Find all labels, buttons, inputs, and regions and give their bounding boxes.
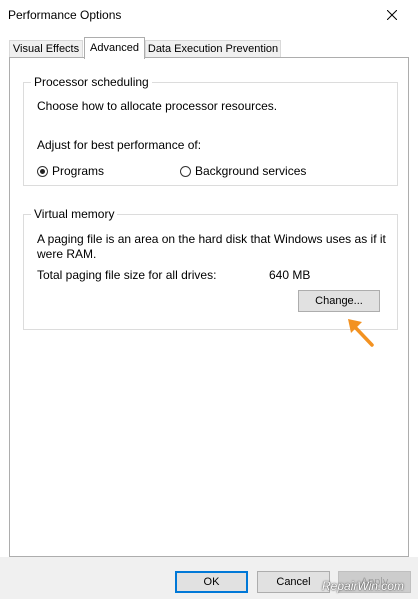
tab-label: Advanced: [90, 42, 139, 54]
virtual-memory-legend: Virtual memory: [31, 207, 118, 221]
annotation-arrow-icon: [348, 319, 374, 347]
window-title: Performance Options: [8, 8, 122, 22]
close-icon: [387, 10, 397, 20]
change-button-label: Change...: [315, 295, 363, 307]
total-paging-value: 640 MB: [269, 268, 311, 282]
tab-label: Data Execution Prevention: [147, 43, 279, 55]
tab-label: Visual Effects: [12, 43, 80, 55]
radio-background-services-label: Background services: [195, 164, 307, 178]
total-paging-label: Total paging file size for all drives:: [37, 268, 217, 282]
tab-panel-advanced: Processor scheduling Choose how to alloc…: [9, 57, 409, 557]
processor-scheduling-group: Processor scheduling Choose how to alloc…: [23, 75, 398, 186]
tab-data-execution-prevention[interactable]: Data Execution Prevention: [145, 40, 281, 58]
ok-button[interactable]: OK: [175, 571, 248, 593]
adjust-label: Adjust for best performance of:: [37, 138, 202, 152]
tab-visual-effects[interactable]: Visual Effects: [9, 40, 83, 58]
radio-programs-label: Programs: [52, 164, 105, 178]
change-button[interactable]: Change...: [298, 290, 380, 312]
radio-programs-indicator[interactable]: [37, 165, 48, 177]
watermark-logo: RepairWin.com: [322, 579, 404, 593]
cancel-button-label: Cancel: [276, 576, 311, 588]
radio-background-services-indicator[interactable]: [180, 165, 191, 177]
virtual-memory-description-line1: A paging file is an area on the hard dis…: [37, 232, 386, 246]
cancel-button[interactable]: Cancel: [257, 571, 330, 593]
radio-background-services[interactable]: Background services: [180, 163, 306, 179]
title-bar: Performance Options: [0, 0, 418, 30]
close-button[interactable]: [374, 2, 410, 28]
ok-button-label: OK: [203, 576, 220, 588]
radio-programs[interactable]: Programs: [37, 163, 104, 179]
processor-description: Choose how to allocate processor resourc…: [37, 99, 278, 113]
virtual-memory-description-line2: were RAM.: [37, 247, 97, 261]
virtual-memory-group: Virtual memory A paging file is an area …: [23, 207, 398, 330]
processor-scheduling-legend: Processor scheduling: [31, 75, 152, 89]
tab-advanced[interactable]: Advanced: [84, 37, 145, 59]
